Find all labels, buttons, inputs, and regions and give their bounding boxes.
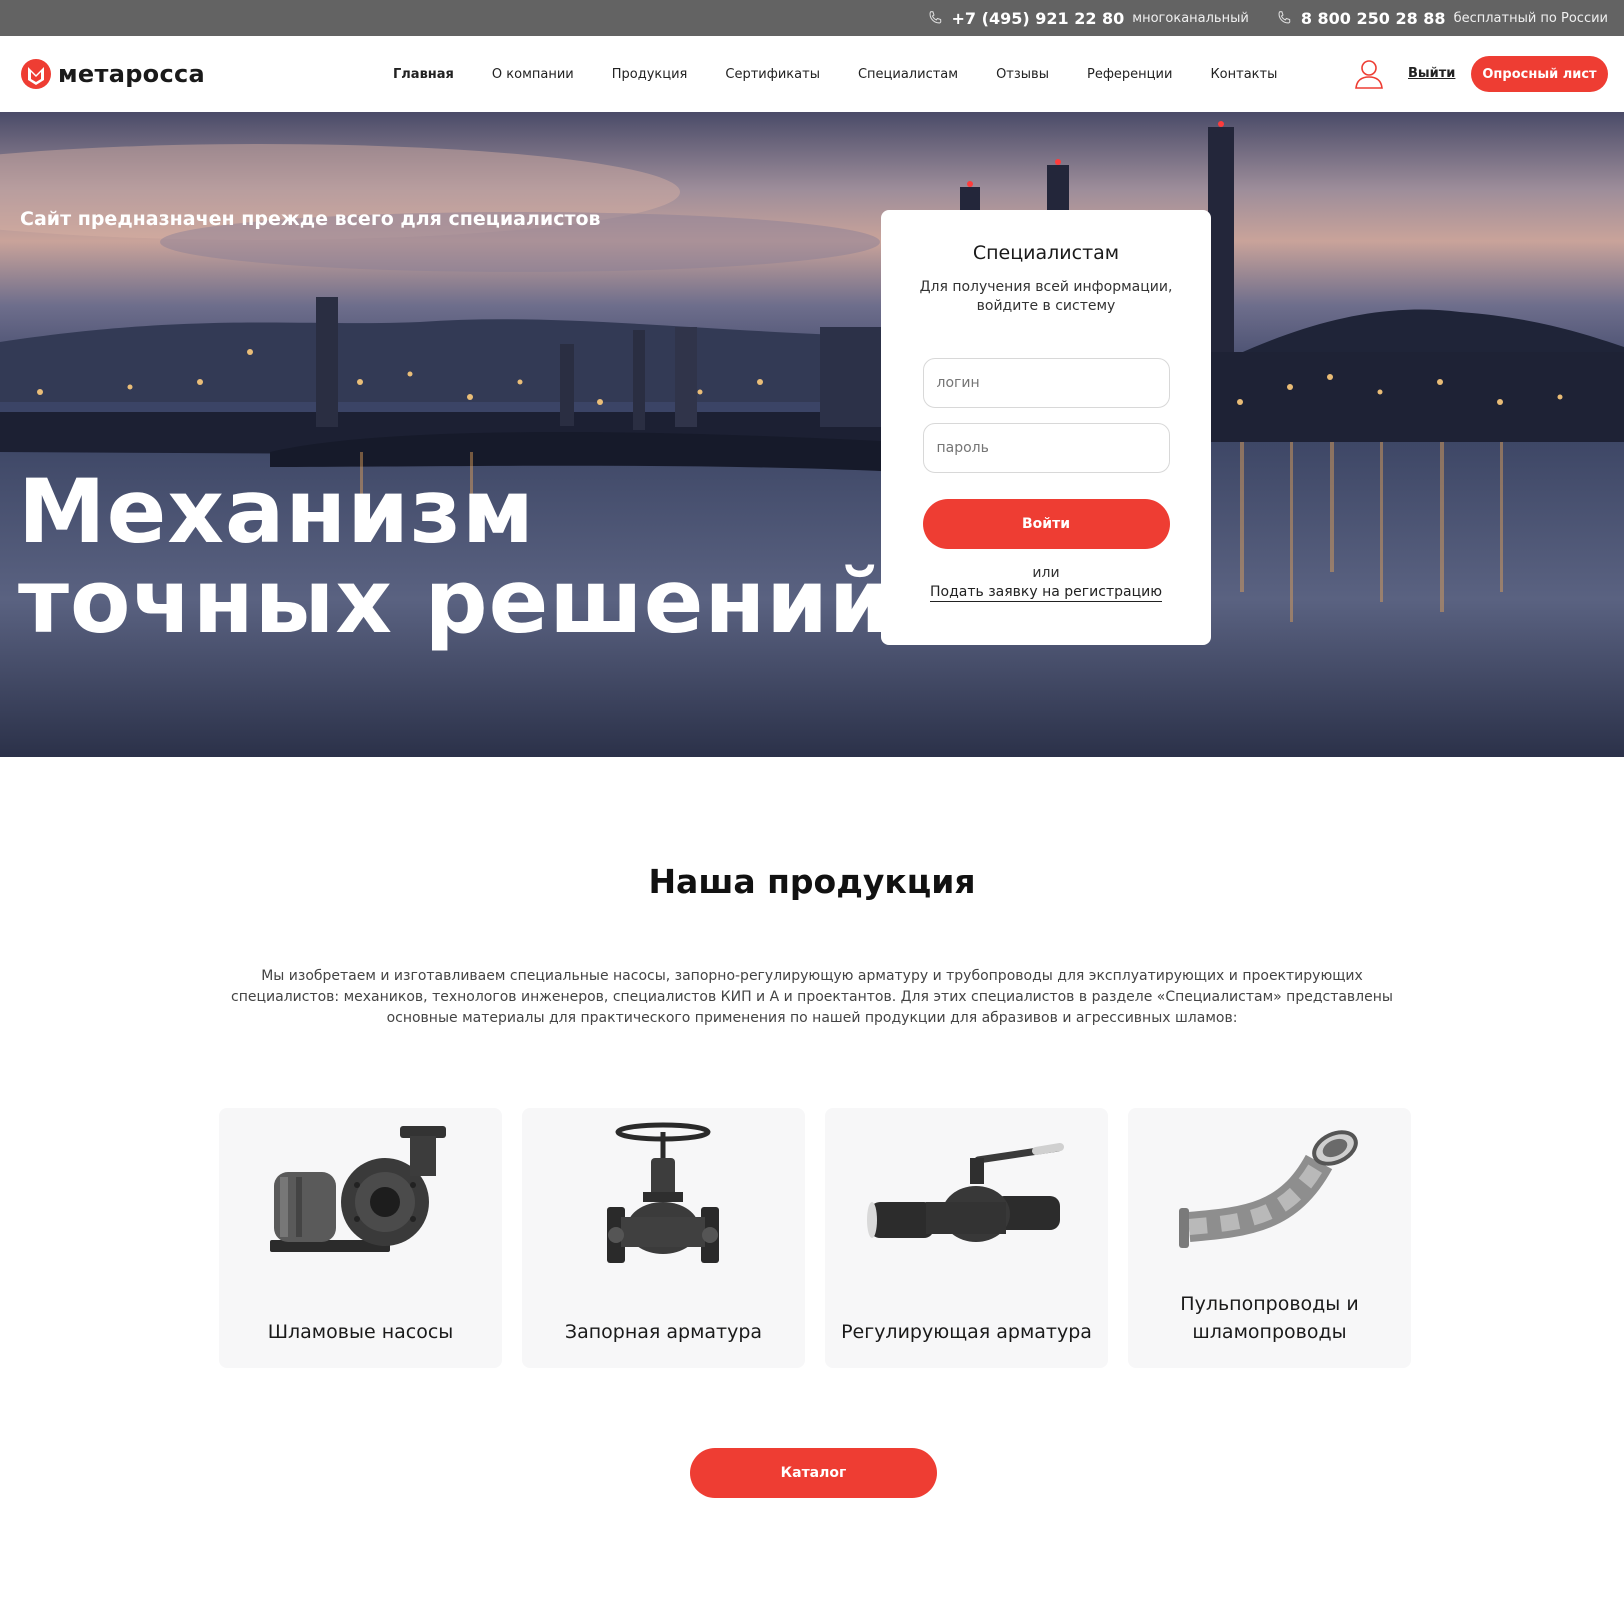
hero-title-line: точных решений: [18, 550, 892, 653]
nav-item-reviews[interactable]: Отзывы: [996, 67, 1049, 82]
slurry-pump-icon: [270, 1126, 446, 1252]
logo[interactable]: метаросса: [20, 58, 205, 90]
product-card-control-valves[interactable]: Регулирующая арматура: [825, 1108, 1108, 1368]
top-contact-bar: +7 (495) 921 22 80 многоканальный 8 800 …: [0, 0, 1624, 36]
catalog-button[interactable]: Каталог: [690, 1448, 937, 1498]
nav-item-specialists[interactable]: Специалистам: [858, 67, 958, 82]
product-card-pipelines[interactable]: Пульпопроводы и шламопроводы: [1128, 1108, 1411, 1368]
register-link[interactable]: Подать заявку на регистрацию: [930, 584, 1162, 602]
login-button[interactable]: Войти: [922, 499, 1170, 549]
or-label: или: [1032, 565, 1060, 581]
phone-note: многоканальный: [1132, 10, 1249, 26]
logout-link[interactable]: Выйти: [1408, 66, 1455, 81]
login-field[interactable]: [922, 358, 1170, 408]
products-title: Наша продукция: [648, 862, 976, 901]
login-description: Для получения всей информации, войдите в…: [919, 279, 1173, 314]
nav-item-references[interactable]: Референции: [1087, 67, 1172, 82]
nav-item-certificates[interactable]: Сертификаты: [725, 67, 820, 82]
hero-subtitle: Сайт предназначен прежде всего для специ…: [20, 208, 601, 230]
ball-valve-icon: [867, 1143, 1064, 1242]
globe-valve-icon: [607, 1122, 719, 1263]
logo-mark-icon: [21, 59, 51, 89]
pipe-bend-icon: [1179, 1130, 1358, 1248]
product-card-shutoff-valves[interactable]: Запорная арматура: [522, 1108, 805, 1368]
nav-item-contacts[interactable]: Контакты: [1210, 67, 1277, 82]
phone-icon: [1278, 11, 1291, 24]
login-card: Специалистам Для получения всей информац…: [881, 210, 1211, 645]
nav-item-home[interactable]: Главная: [393, 67, 454, 82]
password-field[interactable]: [922, 423, 1170, 473]
nav-item-about[interactable]: О компании: [492, 67, 574, 82]
logo-text: метаросса: [58, 60, 206, 88]
hero-title: Механизм точных решений: [18, 467, 892, 647]
phone-number[interactable]: +7 (495) 921 22 80: [952, 9, 1125, 28]
phone-number[interactable]: 8 800 250 28 88: [1301, 9, 1446, 28]
login-title: Специалистам: [972, 242, 1120, 264]
phone-note: бесплатный по России: [1453, 10, 1608, 26]
product-card-label: Пульпопроводы и шламопроводы: [1180, 1293, 1359, 1343]
phone-icon: [929, 11, 941, 24]
product-card-slurry-pumps[interactable]: Шламовые насосы: [219, 1108, 502, 1368]
product-card-label: Регулирующая арматура: [841, 1321, 1092, 1343]
main-nav: Главная О компании Продукция Сертификаты…: [393, 36, 1315, 112]
product-card-label: Шламовые насосы: [267, 1321, 454, 1343]
site-header: метаросса Главная О компании Продукция С…: [0, 36, 1624, 112]
product-cards: Шламовые насосы Запорная арматура Регули…: [219, 1108, 1411, 1368]
hero-banner: Сайт предназначен прежде всего для специ…: [0, 112, 1624, 757]
hero-title-line: Механизм: [18, 460, 535, 563]
survey-button[interactable]: Опросный лист: [1471, 56, 1608, 92]
phone-free[interactable]: 8 800 250 28 88 бесплатный по России: [1275, 9, 1608, 28]
phone-multichannel[interactable]: +7 (495) 921 22 80 многоканальный: [926, 9, 1249, 28]
product-card-label: Запорная арматура: [564, 1321, 763, 1343]
products-intro-text: Мы изобретаем и изготавливаем специальны…: [231, 968, 1393, 1026]
nav-item-products[interactable]: Продукция: [612, 67, 688, 82]
user-icon[interactable]: [1354, 58, 1384, 90]
